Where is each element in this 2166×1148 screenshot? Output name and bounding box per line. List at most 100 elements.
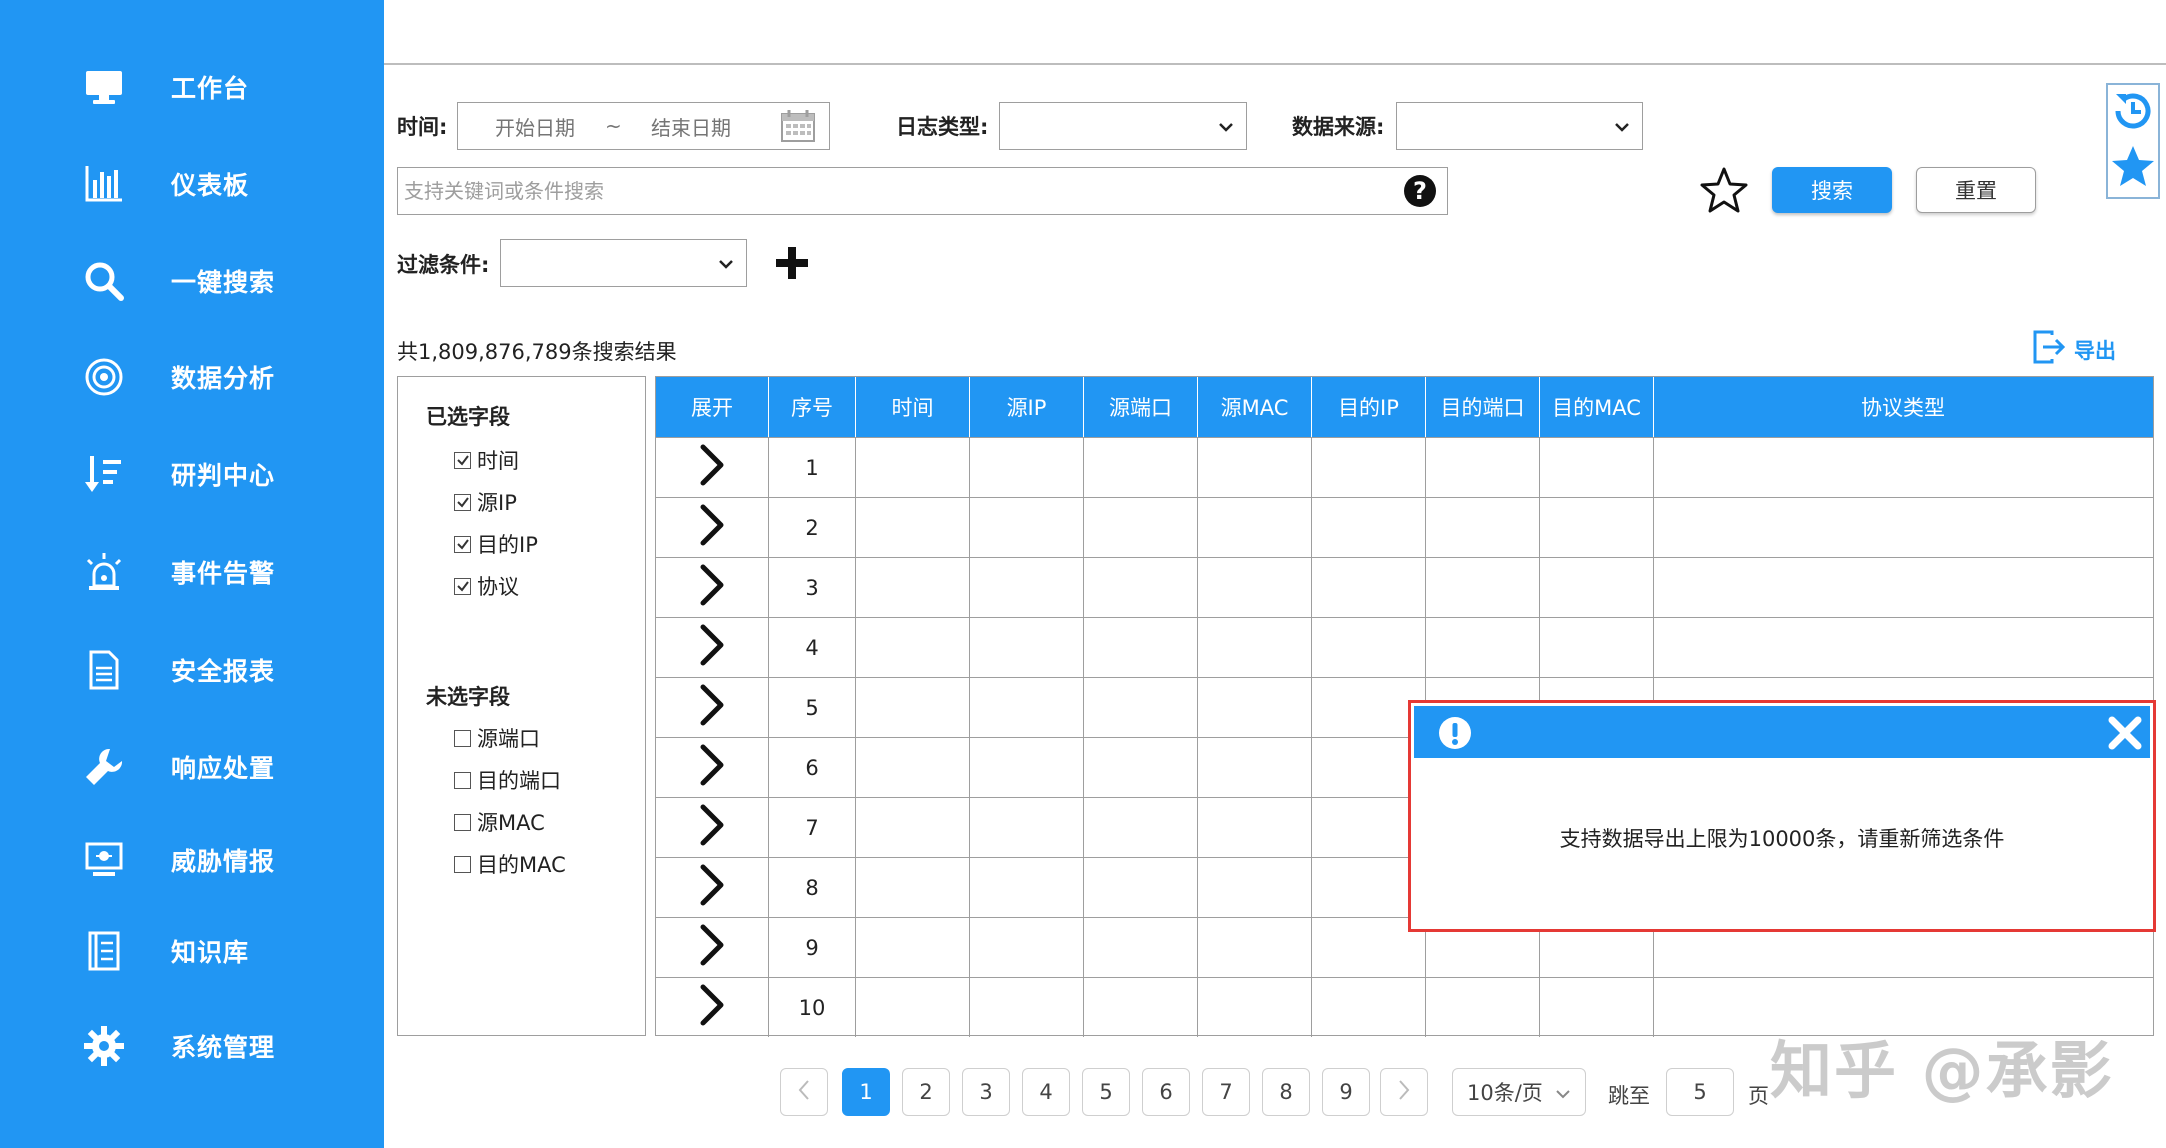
table-cell [1084, 978, 1198, 1037]
sidebar-item-dashboard[interactable]: 仪表板 [0, 144, 384, 224]
jump-page-input[interactable]: 5 [1666, 1068, 1734, 1116]
expand-row-button[interactable] [656, 798, 769, 857]
table-cell [1084, 858, 1198, 917]
dialog-header [1414, 706, 2150, 758]
star-icon [2109, 143, 2157, 195]
page-button-9[interactable]: 9 [1322, 1068, 1370, 1116]
favorites-button[interactable] [2108, 141, 2158, 197]
log-type-label: 日志类型: [896, 115, 989, 139]
next-page-button[interactable] [1380, 1068, 1428, 1116]
column-header: 目的MAC [1540, 377, 1654, 437]
sidebar-item-search[interactable]: 一键搜索 [0, 241, 384, 321]
selected-field-item[interactable]: 源IP [454, 487, 517, 517]
page-button-5[interactable]: 5 [1082, 1068, 1130, 1116]
expand-row-button[interactable] [656, 438, 769, 497]
table-cell [1426, 978, 1540, 1037]
unselected-field-item[interactable]: 目的MAC [454, 849, 566, 879]
table-cell [1426, 498, 1540, 557]
page-button-3[interactable]: 3 [962, 1068, 1010, 1116]
column-header: 源IP [970, 377, 1084, 437]
table-cell [1426, 618, 1540, 677]
table-cell [970, 978, 1084, 1037]
history-button[interactable] [2108, 85, 2158, 141]
start-date-input[interactable]: 开始日期 [495, 112, 575, 141]
field-name: 协议 [477, 575, 519, 599]
screen-icon [78, 834, 130, 886]
expand-row-button[interactable] [656, 978, 769, 1037]
table-cell [1198, 858, 1312, 917]
monitor-icon [78, 61, 130, 113]
expand-row-button[interactable] [656, 558, 769, 617]
sidebar-item-alerts[interactable]: 事件告警 [0, 532, 384, 612]
export-label: 导出 [2074, 338, 2116, 363]
table-cell [1084, 498, 1198, 557]
chevron-down-icon [1218, 117, 1234, 136]
end-date-input[interactable]: 结束日期 [651, 112, 731, 141]
sidebar-item-analysis[interactable]: 数据分析 [0, 337, 384, 417]
page-button-2[interactable]: 2 [902, 1068, 950, 1116]
help-icon[interactable]: ? [1403, 174, 1437, 208]
checkbox-checked-icon [454, 451, 471, 469]
column-header: 协议类型 [1861, 396, 1945, 420]
prev-page-button[interactable] [780, 1068, 828, 1116]
sidebar-item-judgment[interactable]: 研判中心 [0, 434, 384, 514]
expand-row-button[interactable] [656, 498, 769, 557]
search-button[interactable]: 搜索 [1772, 167, 1892, 213]
unselected-field-item[interactable]: 源MAC [454, 807, 545, 837]
log-type-select[interactable] [999, 102, 1247, 150]
calendar-icon[interactable] [780, 109, 816, 148]
export-button[interactable]: 导出 [2032, 329, 2116, 370]
page-button-1[interactable]: 1 [842, 1068, 890, 1116]
table-cell [1540, 618, 1654, 677]
close-icon[interactable] [2108, 716, 2142, 754]
sidebar-item-threat-intel[interactable]: 威胁情报 [0, 820, 384, 900]
expand-row-button[interactable] [656, 918, 769, 977]
reset-button[interactable]: 重置 [1916, 167, 2036, 213]
sidebar-item-workbench[interactable]: 工作台 [0, 47, 384, 127]
table-cell [856, 978, 970, 1037]
date-range-picker[interactable]: 开始日期 ~ 结束日期 [457, 102, 830, 150]
selected-field-item[interactable]: 协议 [454, 571, 519, 601]
expand-row-button[interactable] [656, 738, 769, 797]
page-button-6[interactable]: 6 [1142, 1068, 1190, 1116]
table-cell [970, 618, 1084, 677]
unselected-field-item[interactable]: 源端口 [454, 723, 540, 753]
page-button-8[interactable]: 8 [1262, 1068, 1310, 1116]
chevron-right-icon [697, 923, 727, 972]
favorite-star-icon[interactable] [1699, 166, 1749, 218]
search-icon [78, 255, 130, 307]
row-index: 2 [769, 498, 856, 557]
sidebar-item-label: 威胁情报 [171, 847, 276, 876]
chevron-right-icon [697, 623, 727, 672]
selected-field-item[interactable]: 目的IP [454, 529, 538, 559]
page-button-4[interactable]: 4 [1022, 1068, 1070, 1116]
table-row: 1 [656, 437, 2153, 497]
sidebar-item-response[interactable]: 响应处置 [0, 727, 384, 807]
svg-text:?: ? [1413, 177, 1427, 205]
book-icon [78, 925, 130, 977]
selected-field-item[interactable]: 时间 [454, 445, 519, 475]
table-cell [970, 738, 1084, 797]
row-index: 10 [769, 978, 856, 1037]
filter-select[interactable] [500, 239, 747, 287]
checkbox-checked-icon [454, 577, 471, 595]
expand-row-button[interactable] [656, 618, 769, 677]
page-size-select[interactable]: 10条/页 [1452, 1068, 1586, 1116]
add-filter-icon[interactable] [774, 245, 810, 285]
side-toolbox [2106, 83, 2160, 199]
sidebar-item-label: 事件告警 [171, 559, 276, 588]
unselected-field-item[interactable]: 目的端口 [454, 765, 561, 795]
page-size-value: 10条/页 [1467, 1081, 1543, 1105]
search-input[interactable] [404, 179, 1364, 203]
expand-row-button[interactable] [656, 858, 769, 917]
sidebar-item-reports[interactable]: 安全报表 [0, 630, 384, 710]
sidebar-item-system[interactable]: 系统管理 [0, 1006, 384, 1086]
sidebar-item-knowledge[interactable]: 知识库 [0, 911, 384, 991]
data-source-select[interactable] [1396, 102, 1643, 150]
checkbox-unchecked-icon [454, 729, 471, 747]
page-button-7[interactable]: 7 [1202, 1068, 1250, 1116]
table-cell [1654, 558, 2152, 617]
table-cell [1198, 498, 1312, 557]
table-cell [1084, 678, 1198, 737]
expand-row-button[interactable] [656, 678, 769, 737]
